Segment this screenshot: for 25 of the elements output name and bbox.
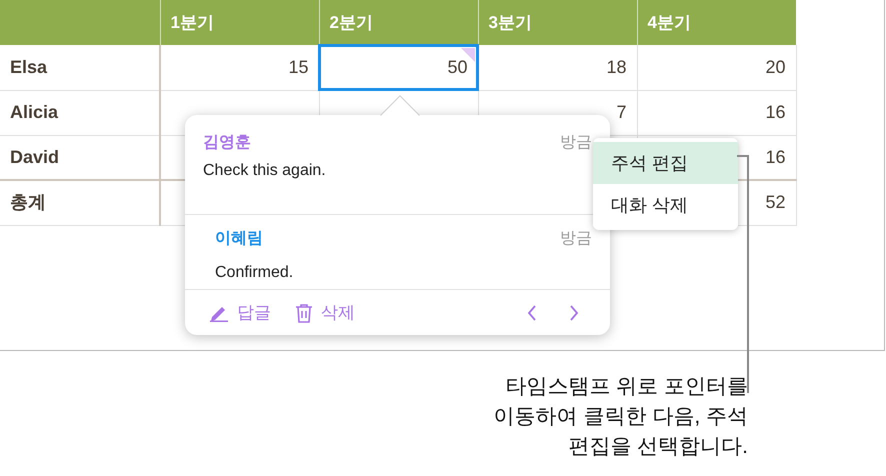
chevron-left-icon — [527, 304, 537, 320]
comment-text: Confirmed. — [215, 263, 294, 283]
column-header: 4분기 — [637, 0, 796, 45]
menu-item[interactable]: 대화 삭제 — [593, 184, 738, 226]
chevron-right-icon — [569, 304, 579, 320]
caption-text: 이동하여 클릭한 다음, 주석 — [494, 404, 748, 430]
menu-item[interactable]: 주석 편집 — [593, 142, 738, 184]
comment-text: Check this again. — [203, 161, 326, 181]
row-header: Elsa — [0, 45, 160, 90]
row-header: Alicia — [0, 90, 160, 135]
caption-text: 편집을 선택합니다. — [568, 434, 748, 460]
row-header: 총계 — [0, 180, 160, 225]
table-cell[interactable]: 18 — [478, 45, 637, 90]
trash-icon — [295, 302, 313, 322]
row-header: David — [0, 135, 160, 180]
table-cell[interactable]: 50 — [319, 45, 478, 90]
column-header: 3분기 — [478, 0, 637, 45]
column-header: 1분기 — [160, 0, 319, 45]
comment-author: 이혜림 — [215, 229, 263, 249]
table-cell[interactable]: 15 — [160, 45, 319, 90]
table-cell[interactable]: 16 — [637, 90, 796, 135]
caption-text: 타임스탬프 위로 포인터를 — [505, 374, 748, 400]
column-header: 2분기 — [319, 0, 478, 45]
table-cell[interactable]: 20 — [637, 45, 796, 90]
comment-author: 김영훈 — [203, 133, 251, 153]
